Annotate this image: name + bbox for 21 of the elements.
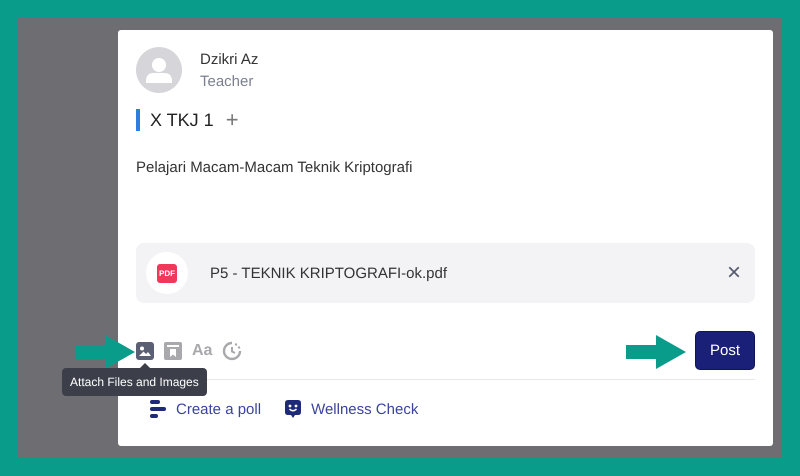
file-name: P5 - TEKNIK KRIPTOGRAFI-ok.pdf bbox=[210, 264, 448, 282]
remove-button[interactable]: × bbox=[726, 261, 741, 285]
image-icon[interactable] bbox=[136, 342, 154, 360]
clock-icon[interactable] bbox=[222, 340, 242, 360]
author-name: Dzikri Az bbox=[200, 50, 258, 68]
wellness-check-link[interactable]: Wellness Check bbox=[285, 400, 418, 418]
avatar-icon bbox=[136, 47, 182, 93]
add-class-button[interactable]: + bbox=[226, 109, 239, 131]
bookmark-icon[interactable] bbox=[164, 342, 182, 360]
author-role: Teacher bbox=[200, 72, 254, 90]
class-tag[interactable]: X TKJ 1 bbox=[136, 109, 214, 131]
poll-icon bbox=[150, 400, 166, 418]
smiley-icon bbox=[285, 400, 302, 418]
arrow-icon bbox=[75, 335, 135, 369]
arrow-icon bbox=[625, 335, 687, 369]
create-poll-link[interactable]: Create a poll bbox=[150, 400, 262, 418]
post-text[interactable]: Pelajari Macam-Macam Teknik Kriptografi bbox=[136, 159, 755, 240]
tooltip: Attach Files and Images bbox=[62, 368, 207, 396]
post-button[interactable]: Post bbox=[694, 331, 755, 370]
tooltip-pointer-icon bbox=[140, 362, 150, 368]
pdf-badge: PDF bbox=[157, 264, 177, 282]
